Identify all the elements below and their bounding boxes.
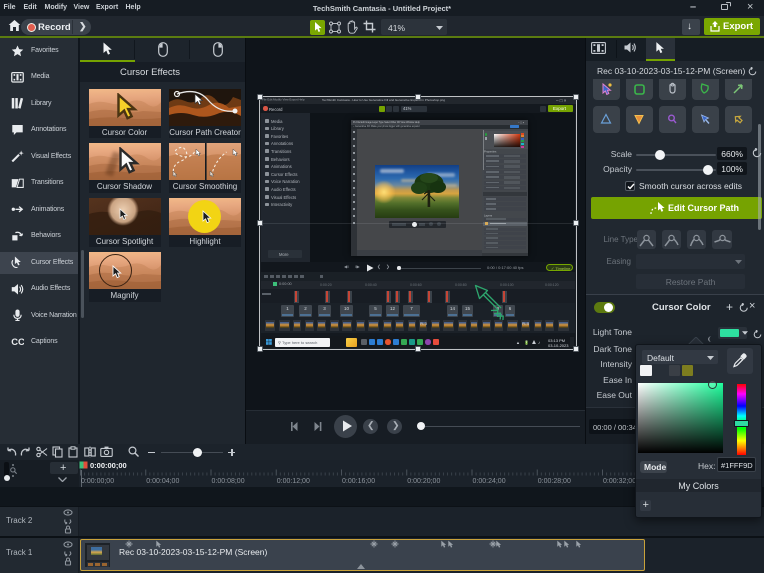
svg-text:CC: CC	[11, 336, 24, 347]
